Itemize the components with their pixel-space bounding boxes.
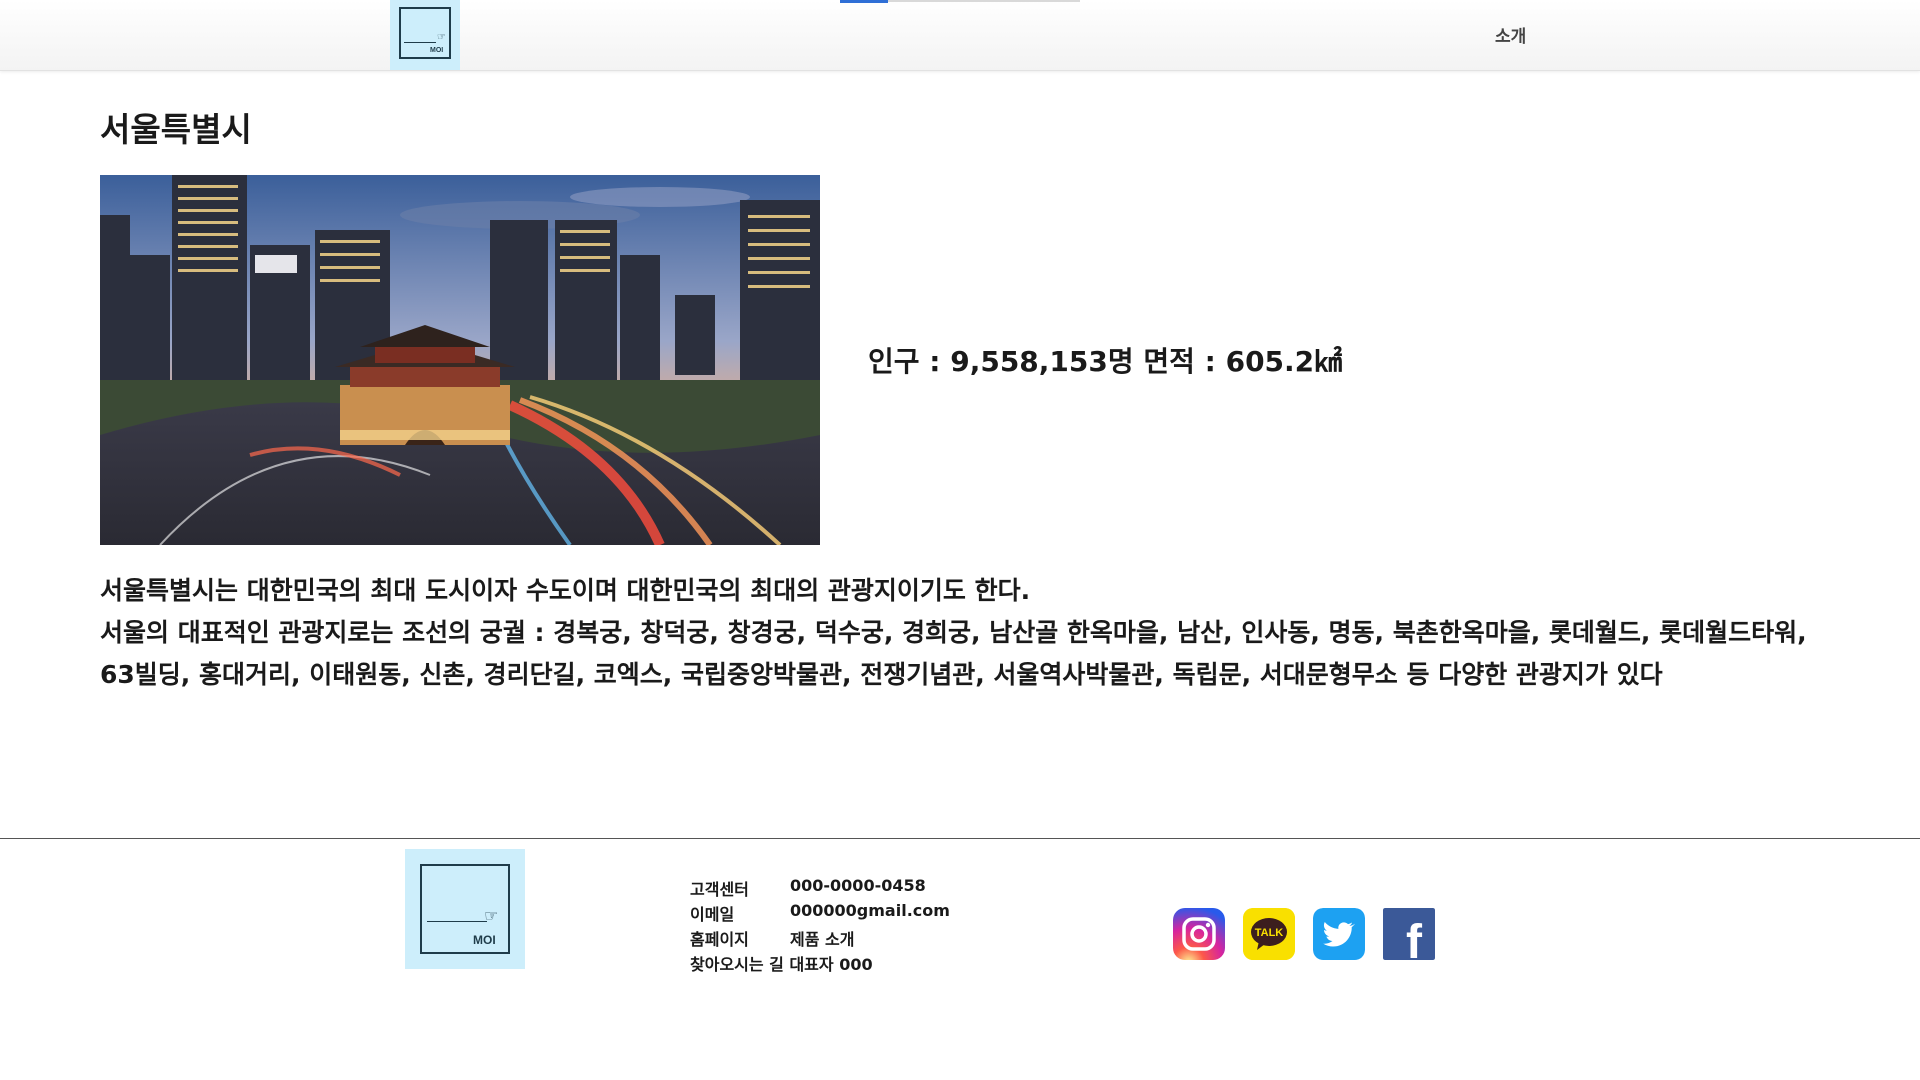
description-paragraph: 서울의 대표적인 관광지로는 조선의 궁궐 : 경복궁, 창덕궁, 창경궁, 덕…	[100, 618, 1807, 689]
site-header: ☞ MOI 소개	[0, 0, 1920, 71]
cursor-icon: ☞	[484, 906, 499, 925]
header-logo[interactable]: ☞ MOI	[390, 0, 460, 70]
directions-label: 찾아오시는 길 대표자 000	[690, 955, 873, 974]
tab-indicator-track	[888, 0, 1080, 2]
active-tab-indicator	[840, 0, 888, 3]
logo-text: MOI	[430, 47, 444, 54]
facebook-glyph: f	[1406, 916, 1423, 960]
kakaotalk-glyph: TALK	[1255, 927, 1284, 939]
twitter-icon[interactable]	[1313, 908, 1365, 960]
footer-divider	[0, 838, 1920, 839]
facebook-icon[interactable]: f	[1383, 908, 1435, 960]
contact-label: 이메일	[690, 905, 735, 924]
cursor-icon: ☞	[437, 32, 446, 43]
footer-logo[interactable]: ☞ MOI	[405, 849, 525, 969]
page-title: 서울특별시	[100, 110, 252, 149]
logo-underline	[404, 42, 436, 43]
homepage-link[interactable]: 제품 소개	[790, 926, 854, 950]
seoul-photo	[100, 175, 820, 545]
email-address[interactable]: 000000gmail.com	[790, 901, 950, 920]
kakaotalk-icon[interactable]: TALK	[1243, 908, 1295, 960]
logo-text: MOI	[473, 933, 496, 947]
phone-number: 000-0000-0458	[790, 876, 926, 895]
nav-about-link[interactable]: 소개	[1495, 22, 1526, 47]
instagram-icon[interactable]	[1173, 908, 1225, 960]
contact-label: 고객센터	[690, 880, 749, 899]
contact-label: 홈페이지	[690, 930, 749, 949]
population-area-stats: 인구 : 9,558,153명 면적 : 605.2㎢	[868, 345, 1343, 378]
city-description: 서울특별시는 대한민국의 최대 도시이자 수도이며 대한민국의 최대의 관광지이…	[100, 570, 1825, 696]
logo-underline	[427, 921, 487, 922]
description-paragraph: 서울특별시는 대한민국의 최대 도시이자 수도이며 대한민국의 최대의 관광지이…	[100, 576, 1031, 605]
